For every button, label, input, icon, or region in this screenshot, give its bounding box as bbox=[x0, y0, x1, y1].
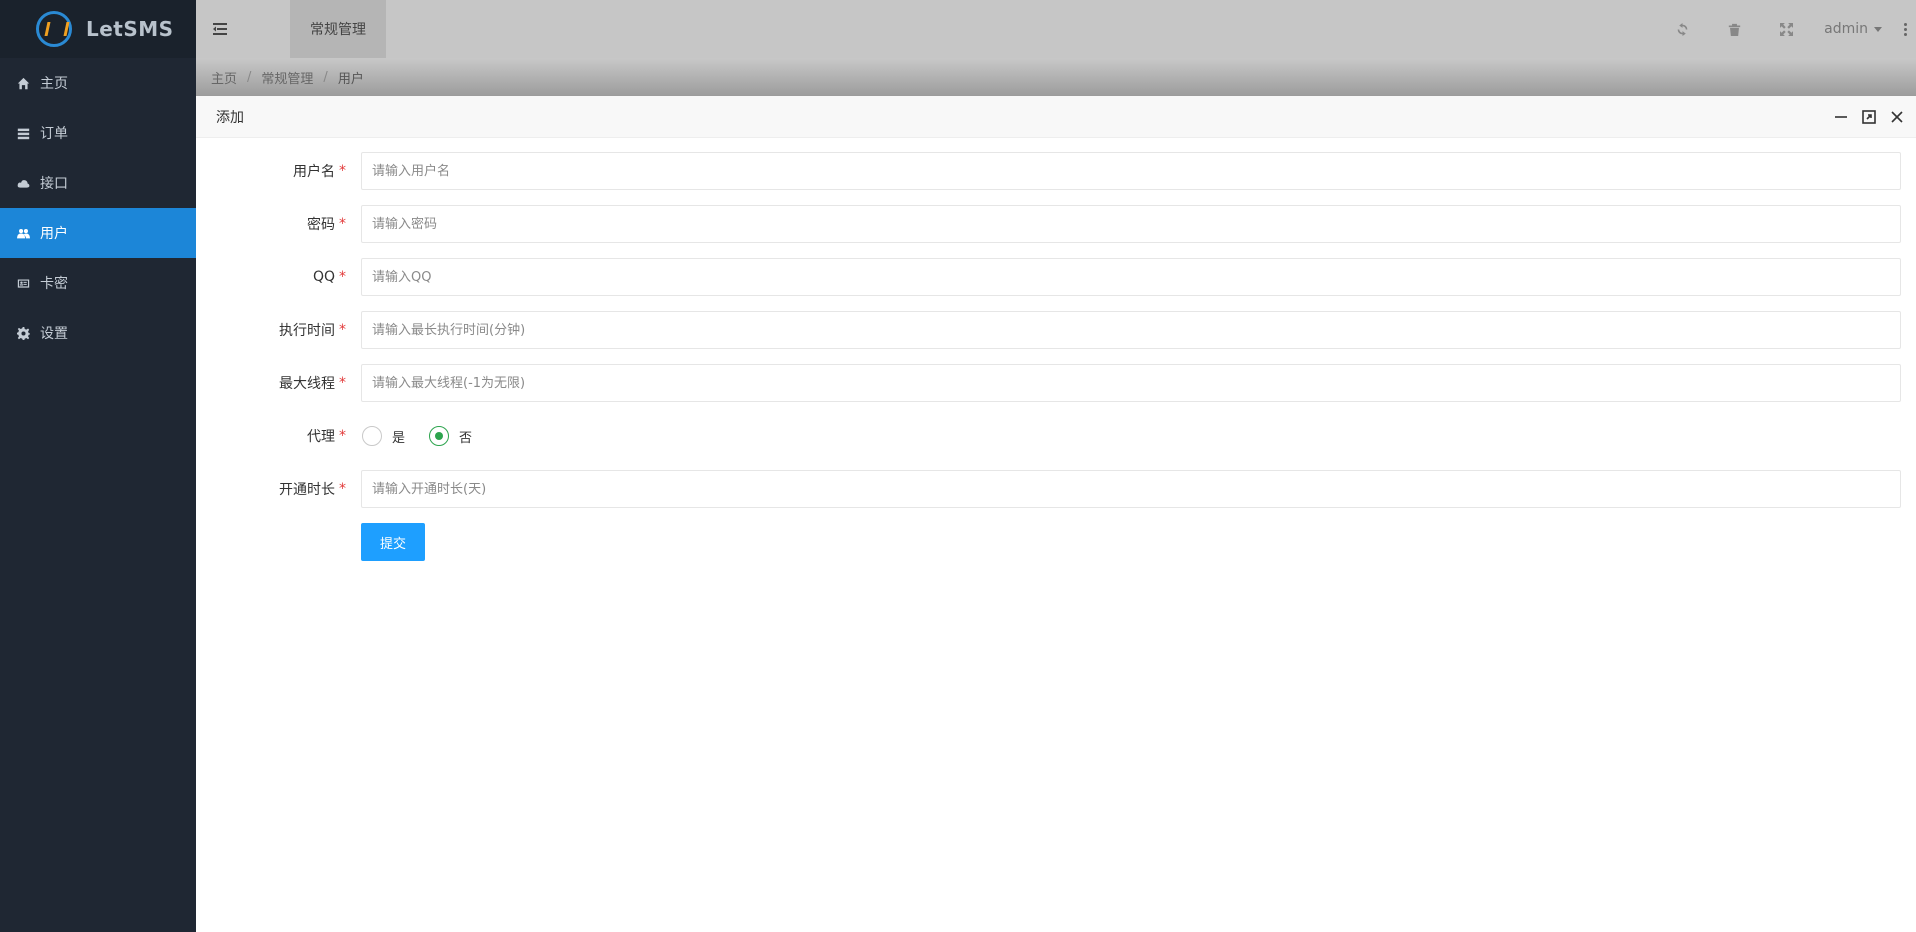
sidebar: LetSMS 主页 订单 接口 用户 卡密 设置 bbox=[0, 0, 196, 932]
more-icon[interactable] bbox=[1894, 22, 1916, 36]
password-label: 密码 * bbox=[307, 216, 346, 233]
agent-radio-group: 是 否 bbox=[362, 417, 496, 455]
gear-icon bbox=[16, 326, 30, 340]
home-icon bbox=[16, 76, 30, 90]
breadcrumb-current: 用户 bbox=[337, 71, 364, 87]
form-row-username: 用户名 * bbox=[196, 152, 1901, 205]
sidebar-item-api[interactable]: 接口 bbox=[0, 158, 196, 208]
radio-checked-icon bbox=[429, 426, 450, 446]
breadcrumb-section[interactable]: 常规管理 bbox=[261, 68, 313, 87]
sidebar-item-settings[interactable]: 设置 bbox=[0, 308, 196, 358]
refresh-icon[interactable] bbox=[1656, 0, 1708, 58]
submit-button[interactable]: 提交 bbox=[361, 523, 425, 561]
username-field[interactable] bbox=[361, 152, 1901, 190]
duration-field[interactable] bbox=[361, 470, 1901, 508]
breadcrumb-separator: / bbox=[323, 69, 328, 85]
form-row-duration: 开通时长 * bbox=[196, 470, 1901, 523]
dialog-actions bbox=[1832, 96, 1906, 138]
id-card-icon bbox=[16, 276, 30, 290]
sidebar-item-cards[interactable]: 卡密 bbox=[0, 258, 196, 308]
list-icon bbox=[16, 126, 30, 140]
minimize-icon[interactable] bbox=[1832, 108, 1850, 126]
exec-time-label: 执行时间 * bbox=[279, 322, 346, 339]
radio-unchecked-icon bbox=[362, 426, 382, 446]
username-label: 用户名 * bbox=[293, 163, 346, 180]
sidebar-item-label: 主页 bbox=[40, 76, 68, 92]
sidebar-item-label: 用户 bbox=[40, 226, 68, 242]
sidebar-item-users[interactable]: 用户 bbox=[0, 208, 196, 258]
sidebar-item-label: 卡密 bbox=[40, 276, 68, 292]
dialog-header: 添加 bbox=[196, 96, 1916, 138]
close-icon[interactable] bbox=[1888, 108, 1906, 126]
form-row-exec-time: 执行时间 * bbox=[196, 311, 1901, 364]
top-header: 常规管理 admin bbox=[196, 0, 1916, 58]
duration-label: 开通时长 * bbox=[279, 481, 346, 498]
dialog-title: 添加 bbox=[216, 109, 244, 126]
app-name: LetSMS bbox=[86, 17, 174, 41]
logo-icon bbox=[36, 11, 72, 47]
form-row-agent: 代理 * 是 否 bbox=[196, 417, 1901, 470]
user-menu[interactable]: admin bbox=[1812, 21, 1894, 37]
sidebar-item-label: 接口 bbox=[40, 176, 68, 192]
form-row-submit: 提交 bbox=[196, 523, 1901, 576]
sidebar-item-home[interactable]: 主页 bbox=[0, 58, 196, 108]
cloud-icon bbox=[16, 176, 30, 190]
breadcrumb-home[interactable]: 主页 bbox=[211, 68, 237, 87]
maximize-icon[interactable] bbox=[1860, 108, 1878, 126]
radio-label: 是 bbox=[392, 430, 406, 446]
add-dialog: 添加 用户名* 密码* QQ* 执行时间* 最大线程* 代理* bbox=[196, 96, 1916, 932]
users-icon bbox=[16, 226, 30, 240]
header-tools: admin bbox=[1656, 0, 1916, 58]
password-field[interactable] bbox=[361, 205, 1901, 243]
max-threads-field[interactable] bbox=[361, 364, 1901, 402]
sidebar-item-orders[interactable]: 订单 bbox=[0, 108, 196, 158]
chevron-down-icon bbox=[1874, 26, 1882, 32]
tab-general-management[interactable]: 常规管理 bbox=[290, 0, 386, 58]
qq-label: QQ * bbox=[312, 269, 346, 285]
sidebar-item-label: 设置 bbox=[40, 326, 68, 342]
menu-toggle-icon[interactable] bbox=[196, 0, 244, 58]
form-row-qq: QQ * bbox=[196, 258, 1901, 311]
exec-time-field[interactable] bbox=[361, 311, 1901, 349]
max-threads-label: 最大线程 * bbox=[279, 375, 346, 392]
agent-label: 代理 * bbox=[307, 428, 346, 445]
qq-field[interactable] bbox=[361, 258, 1901, 296]
breadcrumb: 主页 / 常规管理 / 用户 bbox=[196, 58, 1916, 96]
agent-radio-yes[interactable]: 是 bbox=[362, 426, 405, 446]
add-user-form: 用户名* 密码* QQ* 执行时间* 最大线程* 代理* 是 bbox=[196, 152, 1901, 576]
form-row-password: 密码 * bbox=[196, 205, 1901, 258]
fullscreen-icon[interactable] bbox=[1760, 0, 1812, 58]
sidebar-item-label: 订单 bbox=[40, 126, 68, 142]
username: admin bbox=[1824, 21, 1868, 37]
breadcrumb-separator: / bbox=[247, 69, 252, 85]
trash-icon[interactable] bbox=[1708, 0, 1760, 58]
app-logo[interactable]: LetSMS bbox=[0, 0, 196, 58]
agent-radio-no[interactable]: 否 bbox=[429, 426, 472, 446]
sidebar-menu: 主页 订单 接口 用户 卡密 设置 bbox=[0, 58, 196, 358]
form-row-max-threads: 最大线程 * bbox=[196, 364, 1901, 417]
radio-label: 否 bbox=[459, 430, 473, 446]
